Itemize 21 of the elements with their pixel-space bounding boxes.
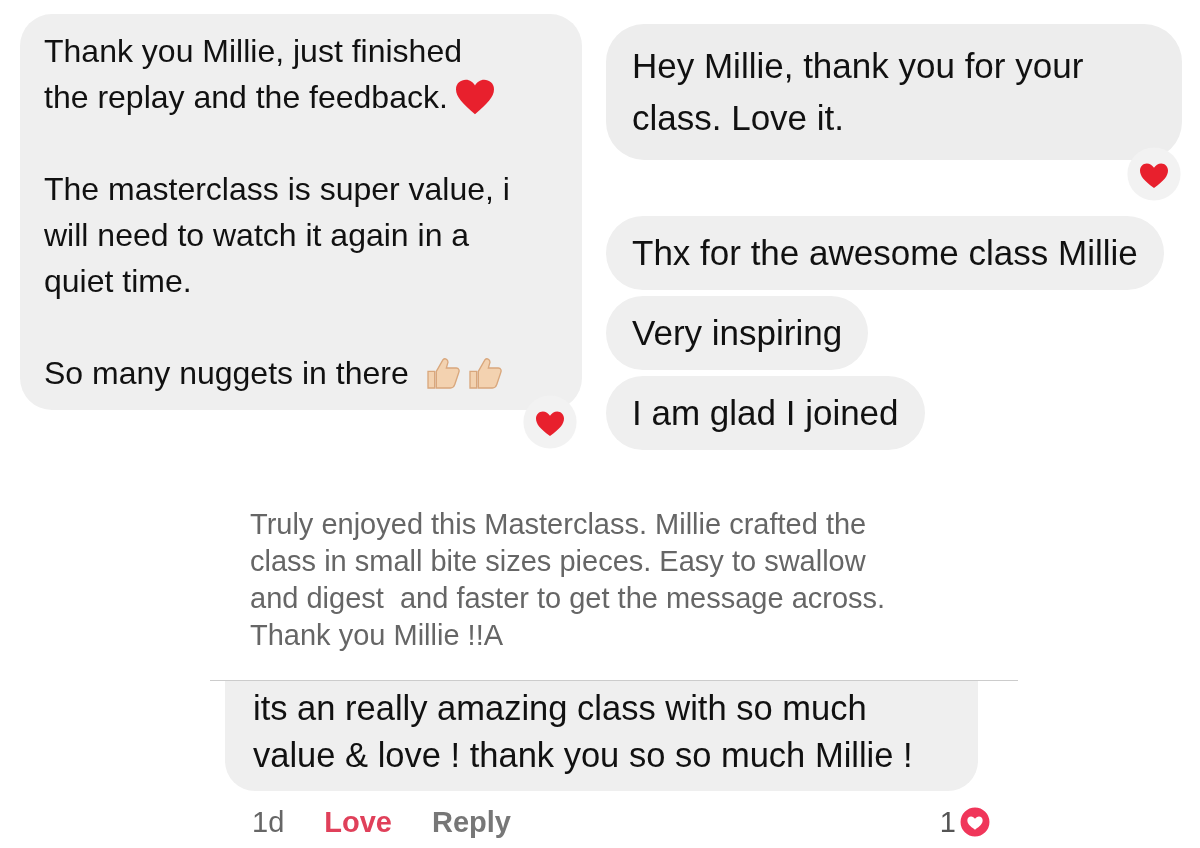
review-text: Truly enjoyed this Masterclass. Millie crafted the <box>250 507 867 542</box>
reaction-count: 1 <box>939 805 956 839</box>
comment-text: its an really amazing class with so much value & love ! thank you so so much Millie ! <box>225 681 978 791</box>
review-text: class in small bite sizes pieces. Easy to swallow <box>250 544 866 579</box>
comment-time: 1d <box>252 805 285 839</box>
message-bubble: Hey Millie, thank you for your class. Love it. <box>606 24 1182 160</box>
message-bubble: Thx for the awesome class Millie <box>606 216 1164 290</box>
message-bubble: I am glad I joined <box>606 376 925 450</box>
message-text: The masterclass is super value, i <box>44 171 510 207</box>
message-bubble: Very inspiring <box>606 296 869 370</box>
message-text: the replay and the feedback. <box>44 79 448 115</box>
message-text: will need to watch it again in a <box>44 217 470 253</box>
heart-reaction-icon <box>958 805 992 839</box>
heart-icon <box>453 78 496 116</box>
comment-action-link[interactable]: Love <box>324 805 392 839</box>
message-text: So many nuggets in there <box>44 354 409 393</box>
review-text: Thank you Millie !!A <box>250 618 504 653</box>
message-text: Thank you Millie, just finished <box>44 33 462 69</box>
review-text: and digest and faster to get the message across. <box>250 581 886 616</box>
message-text: quiet time. <box>44 263 192 299</box>
comment-action-link[interactable]: Reply <box>431 805 511 839</box>
